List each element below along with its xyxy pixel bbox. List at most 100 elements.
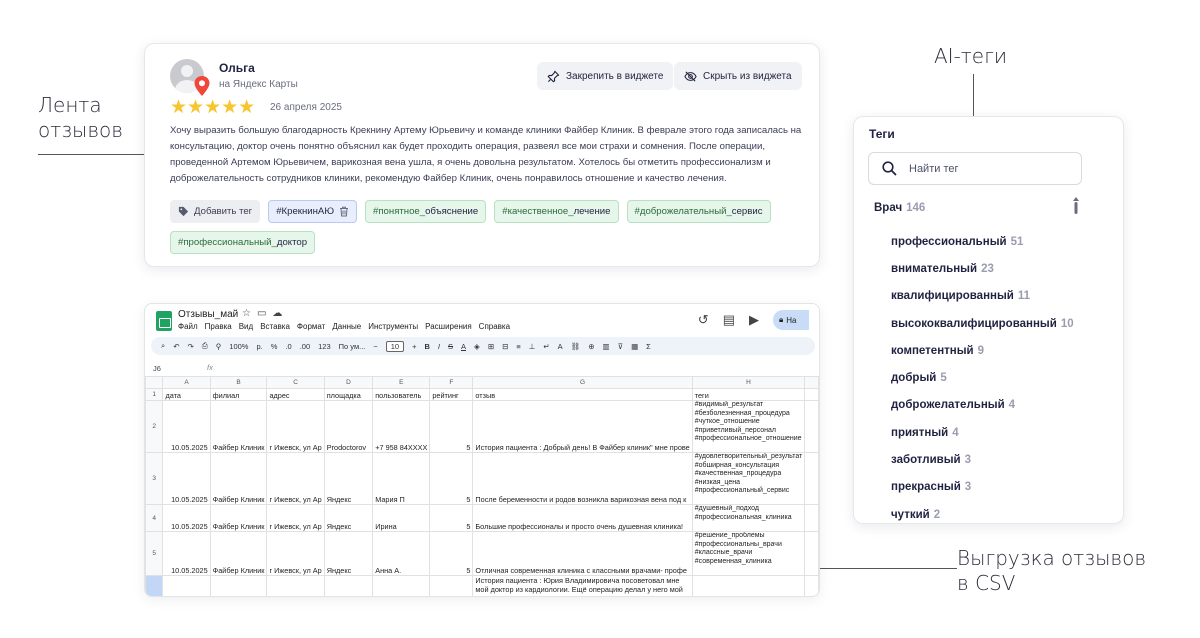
table-cell[interactable] (323, 575, 374, 596)
table-cell[interactable]: отзыв (472, 388, 693, 401)
font-select[interactable]: По ум... (339, 342, 366, 351)
menu-data[interactable]: Данные (332, 322, 361, 331)
table-cell[interactable]: Яндекс (323, 452, 374, 505)
menu-edit[interactable]: Правка (205, 322, 232, 331)
tag-tree-item[interactable]: доброжелательный 4 (891, 392, 1074, 419)
table-cell[interactable] (804, 575, 819, 596)
undo-icon[interactable]: ↶ (173, 342, 179, 351)
tag-tree-item[interactable]: добрый 5 (891, 364, 1074, 391)
menu-file[interactable]: Файл (178, 322, 198, 331)
table-cell[interactable]: Яндекс (323, 504, 374, 532)
wrap-icon[interactable]: ↵ (543, 342, 549, 351)
comment-icon[interactable]: ▤ (723, 312, 735, 328)
table-cell[interactable]: +7 958 84XXXX (372, 400, 431, 453)
tag-tree-item[interactable]: компетентный 9 (891, 337, 1074, 364)
search-menus-icon[interactable]: ⌕ (161, 341, 165, 351)
meet-icon[interactable]: ▶ (749, 312, 759, 328)
table-cell[interactable] (266, 575, 325, 596)
table-cell[interactable]: 5 (429, 531, 474, 576)
tag-tree-root[interactable]: Врач 146 (874, 202, 925, 214)
table-cell[interactable]: г Ижевск, ул Ар (266, 504, 325, 532)
table-cell[interactable] (804, 452, 819, 505)
percent-format[interactable]: % (271, 342, 278, 351)
table-cell[interactable]: 5 (429, 400, 474, 453)
star-icon[interactable]: ☆ (242, 308, 251, 319)
table-cell[interactable] (429, 575, 474, 596)
table-cell[interactable]: История пациента : Добрый день! В Файбер… (472, 400, 693, 453)
bold-icon[interactable]: B (424, 342, 429, 351)
increase-decimal[interactable]: .00 (300, 342, 310, 351)
tag-tree-item[interactable]: профессиональный 51 (891, 228, 1074, 255)
menu-tools[interactable]: Инструменты (368, 322, 418, 331)
table-cell[interactable]: площадка (323, 388, 374, 401)
column-header[interactable]: H (691, 376, 806, 389)
table-cell[interactable]: Отличная современная клиника с классными… (472, 531, 693, 576)
table-cell[interactable]: рейтинг (429, 388, 474, 401)
redo-icon[interactable]: ↷ (188, 342, 194, 351)
text-color-icon[interactable]: A (461, 342, 466, 351)
table-cell[interactable] (372, 575, 431, 596)
table-cell[interactable]: пользователь (372, 388, 431, 401)
tag-doctor[interactable]: #КрекнинАЮ (268, 200, 358, 223)
functions-icon[interactable]: Σ (646, 342, 651, 351)
column-header[interactable]: G (472, 376, 693, 389)
row-header[interactable]: 5 (145, 531, 164, 576)
table-cell[interactable]: Файбер Клиник (209, 400, 268, 453)
tag-clear-explanation[interactable]: #понятное_ объяснение (365, 200, 487, 223)
tag-tree-item[interactable]: приятный 4 (891, 419, 1074, 446)
menu-format[interactable]: Формат (297, 322, 325, 331)
tag-tree-item[interactable]: квалифицированный 11 (891, 283, 1074, 310)
table-cell[interactable]: Яндекс (323, 531, 374, 576)
table-cell[interactable]: 10.05.2025 (162, 504, 211, 532)
table-cell[interactable] (209, 575, 268, 596)
paint-format-icon[interactable]: ⚲ (216, 342, 222, 351)
table-cell[interactable]: После беременности и родов возникла вари… (472, 452, 693, 505)
table-cell-tags[interactable]: #удовлетворительный_результат #обширная_… (691, 452, 806, 505)
column-header[interactable]: C (266, 376, 325, 389)
table-cell-tags[interactable]: #душевный_подход #профессиональная_клини… (691, 504, 806, 532)
font-size-minus[interactable]: − (373, 342, 377, 351)
menu-extensions[interactable]: Расширения (425, 322, 472, 331)
tag-tree-item[interactable]: прекрасный 3 (891, 474, 1074, 501)
trash-icon[interactable] (339, 206, 349, 217)
zoom-select[interactable]: 100% (229, 342, 248, 351)
row-header[interactable]: 1 (145, 388, 164, 401)
column-header[interactable]: F (429, 376, 474, 389)
row-header[interactable]: 4 (145, 504, 164, 532)
tag-tree-item[interactable]: внимательный 23 (891, 255, 1074, 282)
table-cell[interactable]: Файбер Клиник (209, 452, 268, 505)
font-size-field[interactable]: 10 (385, 340, 405, 352)
tag-search-input[interactable] (909, 162, 1059, 175)
folder-icon[interactable]: ▭ (257, 308, 266, 319)
strikethrough-icon[interactable]: S (448, 342, 453, 351)
tag-tree-item[interactable]: высококвалифицированный 10 (891, 310, 1074, 337)
chart-icon[interactable]: ▥ (602, 342, 609, 351)
table-cell-tags[interactable]: #решение_проблемы #профессиональны_врачи… (691, 531, 806, 576)
table-cell[interactable]: 10.05.2025 (162, 400, 211, 453)
column-header[interactable]: E (372, 376, 431, 389)
decrease-decimal[interactable]: .0 (285, 342, 291, 351)
cloud-icon[interactable]: ☁ (272, 308, 282, 319)
menu-view[interactable]: Вид (239, 322, 253, 331)
table-cell[interactable]: Мария П (372, 452, 431, 505)
italic-icon[interactable]: I (438, 342, 440, 351)
table-cell[interactable]: г Ижевск, ул Ар (266, 400, 325, 453)
column-header[interactable]: B (209, 376, 268, 389)
row-header-selected[interactable] (145, 575, 164, 596)
insert-comment-icon[interactable]: ⊕ (588, 342, 594, 351)
table-cell-tags[interactable]: #видимый_результат #безболезненная_проце… (691, 400, 806, 453)
filter-views-icon[interactable]: ▦ (631, 342, 638, 351)
valign-icon[interactable]: ⊥ (529, 342, 536, 351)
align-icon[interactable]: ≡ (516, 342, 520, 351)
column-header[interactable]: D (323, 376, 374, 389)
table-cell[interactable] (691, 575, 806, 596)
table-cell[interactable]: теги (691, 388, 806, 401)
share-button[interactable]: 🔒︎ На (773, 310, 809, 330)
table-cell[interactable]: Большие профессионалы и просто очень душ… (472, 504, 693, 532)
table-cell[interactable]: Анна А. (372, 531, 431, 576)
tag-tree-item[interactable]: заботливый 3 (891, 446, 1074, 473)
table-cell[interactable]: 5 (429, 504, 474, 532)
pin-in-widget-button[interactable]: Закрепить в виджете (537, 62, 674, 90)
table-cell[interactable]: 10.05.2025 (162, 452, 211, 505)
table-cell[interactable]: 10.05.2025 (162, 531, 211, 576)
